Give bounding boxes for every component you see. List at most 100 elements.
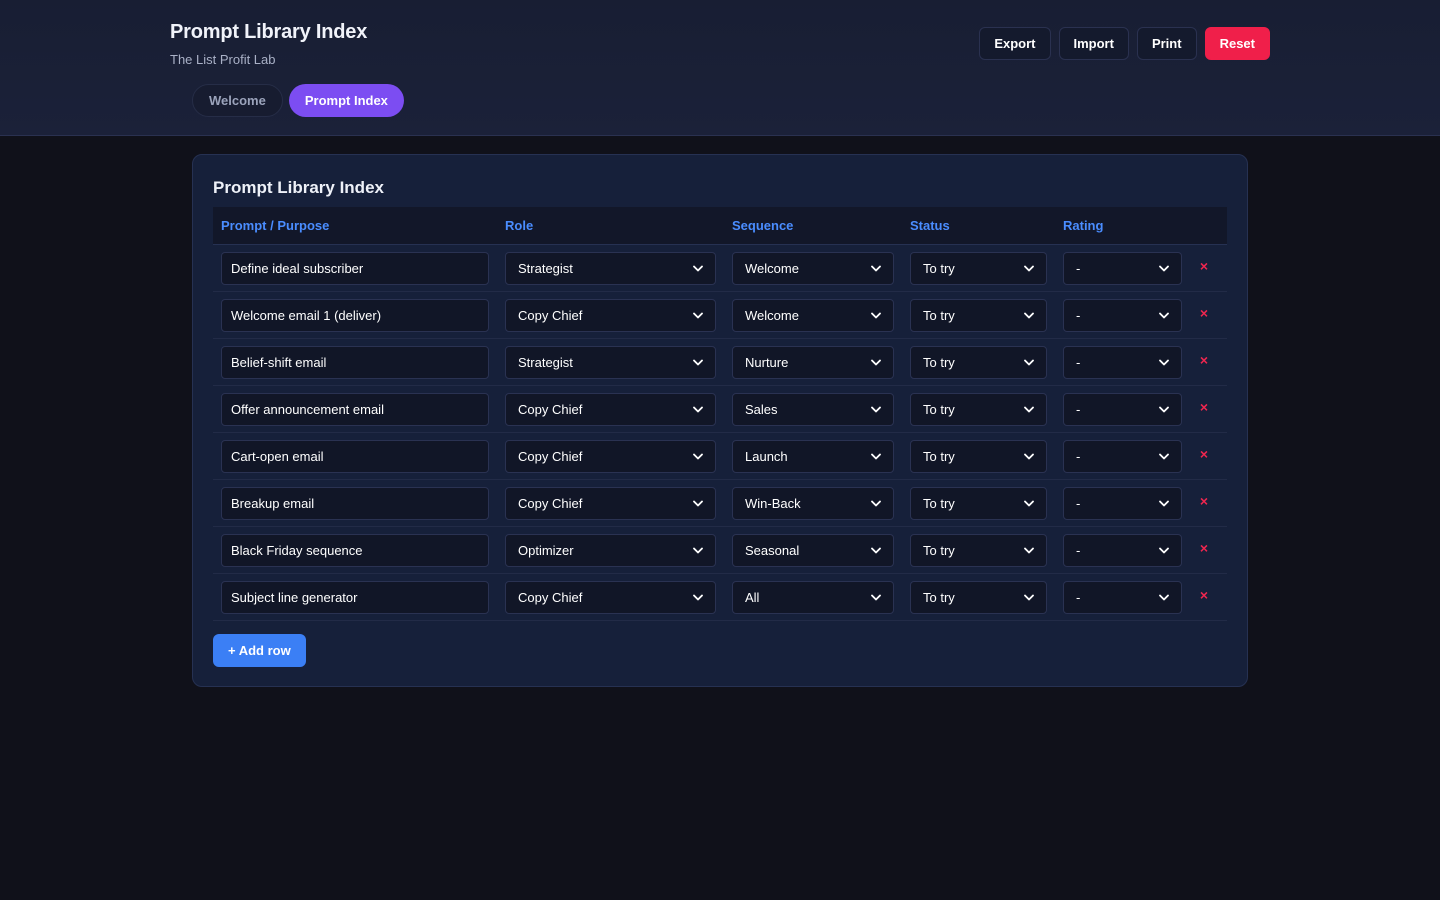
table-row: Black Friday sequence Optimizer Seasonal To… [213, 527, 1227, 574]
chevron-down-icon [1024, 359, 1034, 366]
column-header-role: Role [505, 218, 534, 233]
status-select-value: To try [923, 496, 955, 511]
role-select-value: Copy Chief [518, 590, 583, 605]
role-select[interactable]: Strategist [505, 346, 716, 379]
rating-select[interactable]: - [1063, 487, 1182, 520]
column-header-sequence: Sequence [732, 218, 794, 233]
chevron-down-icon [1159, 500, 1169, 507]
status-select[interactable]: To try [910, 534, 1047, 567]
chevron-down-icon [1024, 547, 1034, 554]
prompt-input-value: Define ideal subscriber [231, 261, 364, 276]
role-select[interactable]: Optimizer [505, 534, 716, 567]
reset-button[interactable]: Reset [1204, 27, 1270, 60]
role-select[interactable]: Copy Chief [505, 299, 716, 332]
sequence-select-value: All [745, 590, 760, 605]
prompt-input[interactable]: Offer announcement email [221, 393, 489, 426]
delete-row-icon[interactable]: × [1196, 540, 1212, 556]
role-select[interactable]: Copy Chief [505, 581, 716, 614]
status-select[interactable]: To try [910, 252, 1047, 285]
prompt-input-value: Black Friday sequence [231, 543, 363, 558]
chevron-down-icon [1159, 359, 1169, 366]
prompt-input[interactable]: Black Friday sequence [221, 534, 489, 567]
status-select[interactable]: To try [910, 581, 1047, 614]
status-select[interactable]: To try [910, 299, 1047, 332]
chevron-down-icon [871, 547, 881, 554]
delete-row-icon[interactable]: × [1196, 446, 1212, 462]
rating-select[interactable]: - [1063, 346, 1182, 379]
role-select[interactable]: Strategist [505, 252, 716, 285]
table-row: Breakup email Copy Chief Win-Back To try - × [213, 480, 1227, 527]
role-select-value: Strategist [518, 261, 573, 276]
sequence-select[interactable]: All [732, 581, 894, 614]
tab-welcome[interactable]: Welcome [192, 84, 283, 117]
prompt-index-card: Prompt Library Index Prompt / Purpose Ro… [192, 154, 1248, 687]
status-select[interactable]: To try [910, 346, 1047, 379]
chevron-down-icon [1159, 594, 1169, 601]
rating-select-value: - [1076, 590, 1081, 605]
prompt-input[interactable]: Define ideal subscriber [221, 252, 489, 285]
status-select-value: To try [923, 402, 955, 417]
delete-row-icon[interactable]: × [1196, 352, 1212, 368]
role-select[interactable]: Copy Chief [505, 487, 716, 520]
chevron-down-icon [1024, 312, 1034, 319]
rating-select[interactable]: - [1063, 393, 1182, 426]
rating-select[interactable]: - [1063, 252, 1182, 285]
print-button[interactable]: Print [1136, 27, 1197, 60]
sequence-select[interactable]: Welcome [732, 299, 894, 332]
role-select[interactable]: Copy Chief [505, 440, 716, 473]
table-row: Define ideal subscriber Strategist Welcome… [213, 245, 1227, 292]
chevron-down-icon [1159, 453, 1169, 460]
delete-row-icon[interactable]: × [1196, 399, 1212, 415]
role-select-value: Optimizer [518, 543, 574, 558]
chevron-down-icon [1159, 312, 1169, 319]
prompt-input-value: Cart-open email [231, 449, 324, 464]
sequence-select[interactable]: Nurture [732, 346, 894, 379]
sequence-select[interactable]: Seasonal [732, 534, 894, 567]
rating-select[interactable]: - [1063, 581, 1182, 614]
prompt-input[interactable]: Breakup email [221, 487, 489, 520]
table-row: Belief-shift email Strategist Nurture To tr… [213, 339, 1227, 386]
chevron-down-icon [871, 265, 881, 272]
status-select-value: To try [923, 261, 955, 276]
sequence-select[interactable]: Sales [732, 393, 894, 426]
chevron-down-icon [693, 500, 703, 507]
rating-select-value: - [1076, 261, 1081, 276]
import-button[interactable]: Import [1058, 27, 1129, 60]
table-row: Cart-open email Copy Chief Launch To try - × [213, 433, 1227, 480]
status-select[interactable]: To try [910, 440, 1047, 473]
sequence-select-value: Win-Back [745, 496, 801, 511]
sequence-select-value: Sales [745, 402, 778, 417]
status-select[interactable]: To try [910, 487, 1047, 520]
delete-row-icon[interactable]: × [1196, 258, 1212, 274]
rating-select[interactable]: - [1063, 299, 1182, 332]
app-title: Prompt Library Index [170, 21, 368, 43]
delete-row-icon[interactable]: × [1196, 587, 1212, 603]
status-select-value: To try [923, 355, 955, 370]
prompt-input[interactable]: Welcome email 1 (deliver) [221, 299, 489, 332]
tab-prompt-index[interactable]: Prompt Index [288, 84, 404, 117]
delete-row-icon[interactable]: × [1196, 493, 1212, 509]
export-button[interactable]: Export [979, 27, 1051, 60]
add-row-button[interactable]: + Add row [213, 634, 306, 667]
prompt-input[interactable]: Subject line generator [221, 581, 489, 614]
delete-row-icon[interactable]: × [1196, 305, 1212, 321]
chevron-down-icon [693, 406, 703, 413]
status-select-value: To try [923, 449, 955, 464]
role-select[interactable]: Copy Chief [505, 393, 716, 426]
chevron-down-icon [1024, 265, 1034, 272]
sequence-select[interactable]: Welcome [732, 252, 894, 285]
sequence-select[interactable]: Launch [732, 440, 894, 473]
sequence-select[interactable]: Win-Back [732, 487, 894, 520]
status-select[interactable]: To try [910, 393, 1047, 426]
prompt-input[interactable]: Cart-open email [221, 440, 489, 473]
table-row: Welcome email 1 (deliver) Copy Chief Welco… [213, 292, 1227, 339]
rating-select[interactable]: - [1063, 534, 1182, 567]
chevron-down-icon [693, 547, 703, 554]
sequence-select-value: Seasonal [745, 543, 800, 558]
prompt-input[interactable]: Belief-shift email [221, 346, 489, 379]
rating-select[interactable]: - [1063, 440, 1182, 473]
prompt-input-value: Breakup email [231, 496, 315, 511]
rating-select-value: - [1076, 308, 1081, 323]
column-header-prompt: Prompt / Purpose [221, 218, 330, 233]
prompt-table: Prompt / Purpose Role Sequence Status Ra… [213, 207, 1227, 621]
